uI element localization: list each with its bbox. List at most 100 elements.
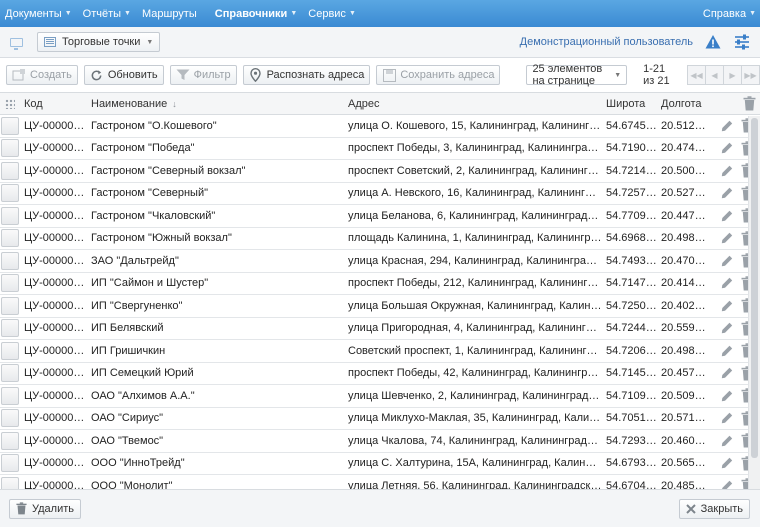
close-button[interactable]: Закрыть xyxy=(678,498,750,519)
table-row[interactable]: ЦУ-00000007 ИП "Свергуненко" улица Большая… xyxy=(0,295,760,318)
warning-icon[interactable] xyxy=(705,34,721,50)
row-select-button[interactable] xyxy=(0,116,20,135)
next-page-button[interactable]: ▶ xyxy=(723,65,742,85)
edit-pencil-icon[interactable] xyxy=(721,165,733,177)
menu-catalogs[interactable]: Справочники ▼ xyxy=(203,0,304,27)
edit-pencil-icon[interactable] xyxy=(721,210,733,222)
table-row[interactable]: ЦУ-00000017 Гастроном "Южный вокзал" площа… xyxy=(0,227,760,250)
column-header-address[interactable]: Адрес xyxy=(344,98,602,110)
edit-pencil-icon[interactable] xyxy=(721,277,733,289)
edit-pencil-icon[interactable] xyxy=(721,142,733,154)
row-select-button[interactable] xyxy=(0,274,20,293)
row-select-button[interactable] xyxy=(0,364,20,383)
refresh-button[interactable]: Обновить xyxy=(83,65,164,85)
last-page-button[interactable]: ▶▶ xyxy=(741,65,760,85)
user-name-link[interactable]: Демонстрационный пользователь xyxy=(520,36,693,48)
page-size-select[interactable]: 25 элементов на странице ▼ xyxy=(526,63,628,87)
menu-documents[interactable]: Документы ▼ xyxy=(0,0,78,27)
row-select-button[interactable] xyxy=(0,229,20,248)
row-select-button[interactable] xyxy=(0,454,20,473)
catalog-selector[interactable]: Торговые точки ▼ xyxy=(37,32,161,52)
settings-sliders-icon[interactable] xyxy=(734,34,750,50)
filter-button[interactable]: Фильтр xyxy=(169,65,237,85)
column-header-longitude[interactable]: Долгота xyxy=(657,98,709,110)
table-row[interactable]: ЦУ-00000020 Гастроном "Северный" улица А. … xyxy=(0,182,760,205)
row-select-button[interactable] xyxy=(0,476,20,489)
row-select-button[interactable] xyxy=(0,161,20,180)
row-select-button[interactable] xyxy=(0,206,20,225)
create-button[interactable]: Создать xyxy=(6,65,78,85)
menu-help[interactable]: Справка ▼ xyxy=(698,0,760,27)
table-row[interactable]: ЦУ-00000012 Гастроном "Чкаловский" улица Б… xyxy=(0,205,760,228)
first-page-button[interactable]: ◀◀ xyxy=(687,65,706,85)
table-row[interactable]: ЦУ-00000011 ООО "Монолит" улица Летняя, 56… xyxy=(0,475,760,489)
table-row[interactable]: ЦУ-00000018 Гастроном "Северный вокзал" пр… xyxy=(0,160,760,183)
row-selector[interactable] xyxy=(1,364,19,383)
row-selector[interactable] xyxy=(1,319,19,338)
column-header-code[interactable]: Код xyxy=(20,98,87,110)
row-select-button[interactable] xyxy=(0,409,20,428)
table-row[interactable]: ЦУ-00000008 ОАО "Твемос" улица Чкалова, 74… xyxy=(0,430,760,453)
edit-pencil-icon[interactable] xyxy=(721,322,733,334)
edit-pencil-icon[interactable] xyxy=(721,345,733,357)
edit-pencil-icon[interactable] xyxy=(721,480,733,489)
edit-pencil-icon[interactable] xyxy=(721,187,733,199)
row-select-button[interactable] xyxy=(0,184,20,203)
table-scrollbar[interactable] xyxy=(748,116,760,489)
edit-pencil-icon[interactable] xyxy=(721,367,733,379)
row-selector[interactable] xyxy=(1,184,19,203)
table-row[interactable]: ЦУ-00000009 ЗАО "Дальтрейд" улица Красная,… xyxy=(0,250,760,273)
row-selector[interactable] xyxy=(1,341,19,360)
table-row[interactable]: ЦУ-00000002 ОАО "Алхимов А.А." улица Шевче… xyxy=(0,385,760,408)
save-addresses-button[interactable]: Сохранить адреса xyxy=(376,65,501,85)
row-select-button[interactable] xyxy=(0,251,20,270)
row-selector[interactable] xyxy=(1,296,19,315)
menu-reports[interactable]: Отчёты ▼ xyxy=(78,0,137,27)
scrollbar-thumb[interactable] xyxy=(751,118,758,458)
row-select-button[interactable] xyxy=(0,296,20,315)
menu-service[interactable]: Сервис ▼ xyxy=(303,0,362,27)
row-selector[interactable] xyxy=(1,251,19,270)
row-select-button[interactable] xyxy=(0,341,20,360)
row-selector[interactable] xyxy=(1,274,19,293)
edit-pencil-icon[interactable] xyxy=(721,390,733,402)
row-selector[interactable] xyxy=(1,229,19,248)
table-row[interactable]: ЦУ-00000015 ОАО "Сириус" улица Миклухо-Мак… xyxy=(0,407,760,430)
edit-pencil-icon[interactable] xyxy=(721,412,733,424)
row-selector[interactable] xyxy=(1,116,19,135)
edit-pencil-icon[interactable] xyxy=(721,120,733,132)
menu-routes[interactable]: Маршруты xyxy=(137,0,203,27)
delete-button[interactable]: Удалить xyxy=(9,498,81,519)
table-row[interactable]: ЦУ-00000001 ИП Гришичкин Советский проспек… xyxy=(0,340,760,363)
edit-pencil-icon[interactable] xyxy=(721,255,733,267)
table-row[interactable]: ЦУ-00000014 Гастроном "Победа" проспект По… xyxy=(0,137,760,160)
table-row[interactable]: ЦУ-00000004 ИП "Саймон и Шустер" проспект … xyxy=(0,272,760,295)
row-select-button[interactable] xyxy=(0,139,20,158)
column-header-latitude[interactable]: Широта xyxy=(602,98,657,110)
column-header-name[interactable]: Наименование ↓ xyxy=(87,98,344,110)
table-row[interactable]: ЦУ-00000016 ООО "ИнноТрейд" улица С. Халту… xyxy=(0,452,760,475)
recognize-addresses-button[interactable]: Распознать адреса xyxy=(242,65,371,85)
row-selector[interactable] xyxy=(1,139,19,158)
row-select-button[interactable] xyxy=(0,386,20,405)
table-row[interactable]: ЦУ-00000003 ИП Белявский улица Пригородная… xyxy=(0,317,760,340)
delete-all-icon[interactable] xyxy=(743,96,756,111)
edit-pencil-icon[interactable] xyxy=(721,457,733,469)
row-select-button[interactable] xyxy=(0,319,20,338)
row-select-button[interactable] xyxy=(0,431,20,450)
table-row[interactable]: ЦУ-00000013 ИП Семецкий Юрий проспект Побе… xyxy=(0,362,760,385)
row-selector[interactable] xyxy=(1,454,19,473)
column-settings-handle[interactable] xyxy=(0,98,20,109)
edit-pencil-icon[interactable] xyxy=(721,232,733,244)
row-selector[interactable] xyxy=(1,409,19,428)
row-selector[interactable] xyxy=(1,206,19,225)
row-selector[interactable] xyxy=(1,431,19,450)
row-selector[interactable] xyxy=(1,386,19,405)
table-row[interactable]: ЦУ-00000021 Гастроном "О.Кошевого" улица О… xyxy=(0,115,760,138)
row-selector[interactable] xyxy=(1,161,19,180)
row-selector[interactable] xyxy=(1,476,19,489)
edit-pencil-icon[interactable] xyxy=(721,435,733,447)
monitor-icon[interactable] xyxy=(10,37,23,50)
prev-page-button[interactable]: ◀ xyxy=(705,65,724,85)
edit-pencil-icon[interactable] xyxy=(721,300,733,312)
